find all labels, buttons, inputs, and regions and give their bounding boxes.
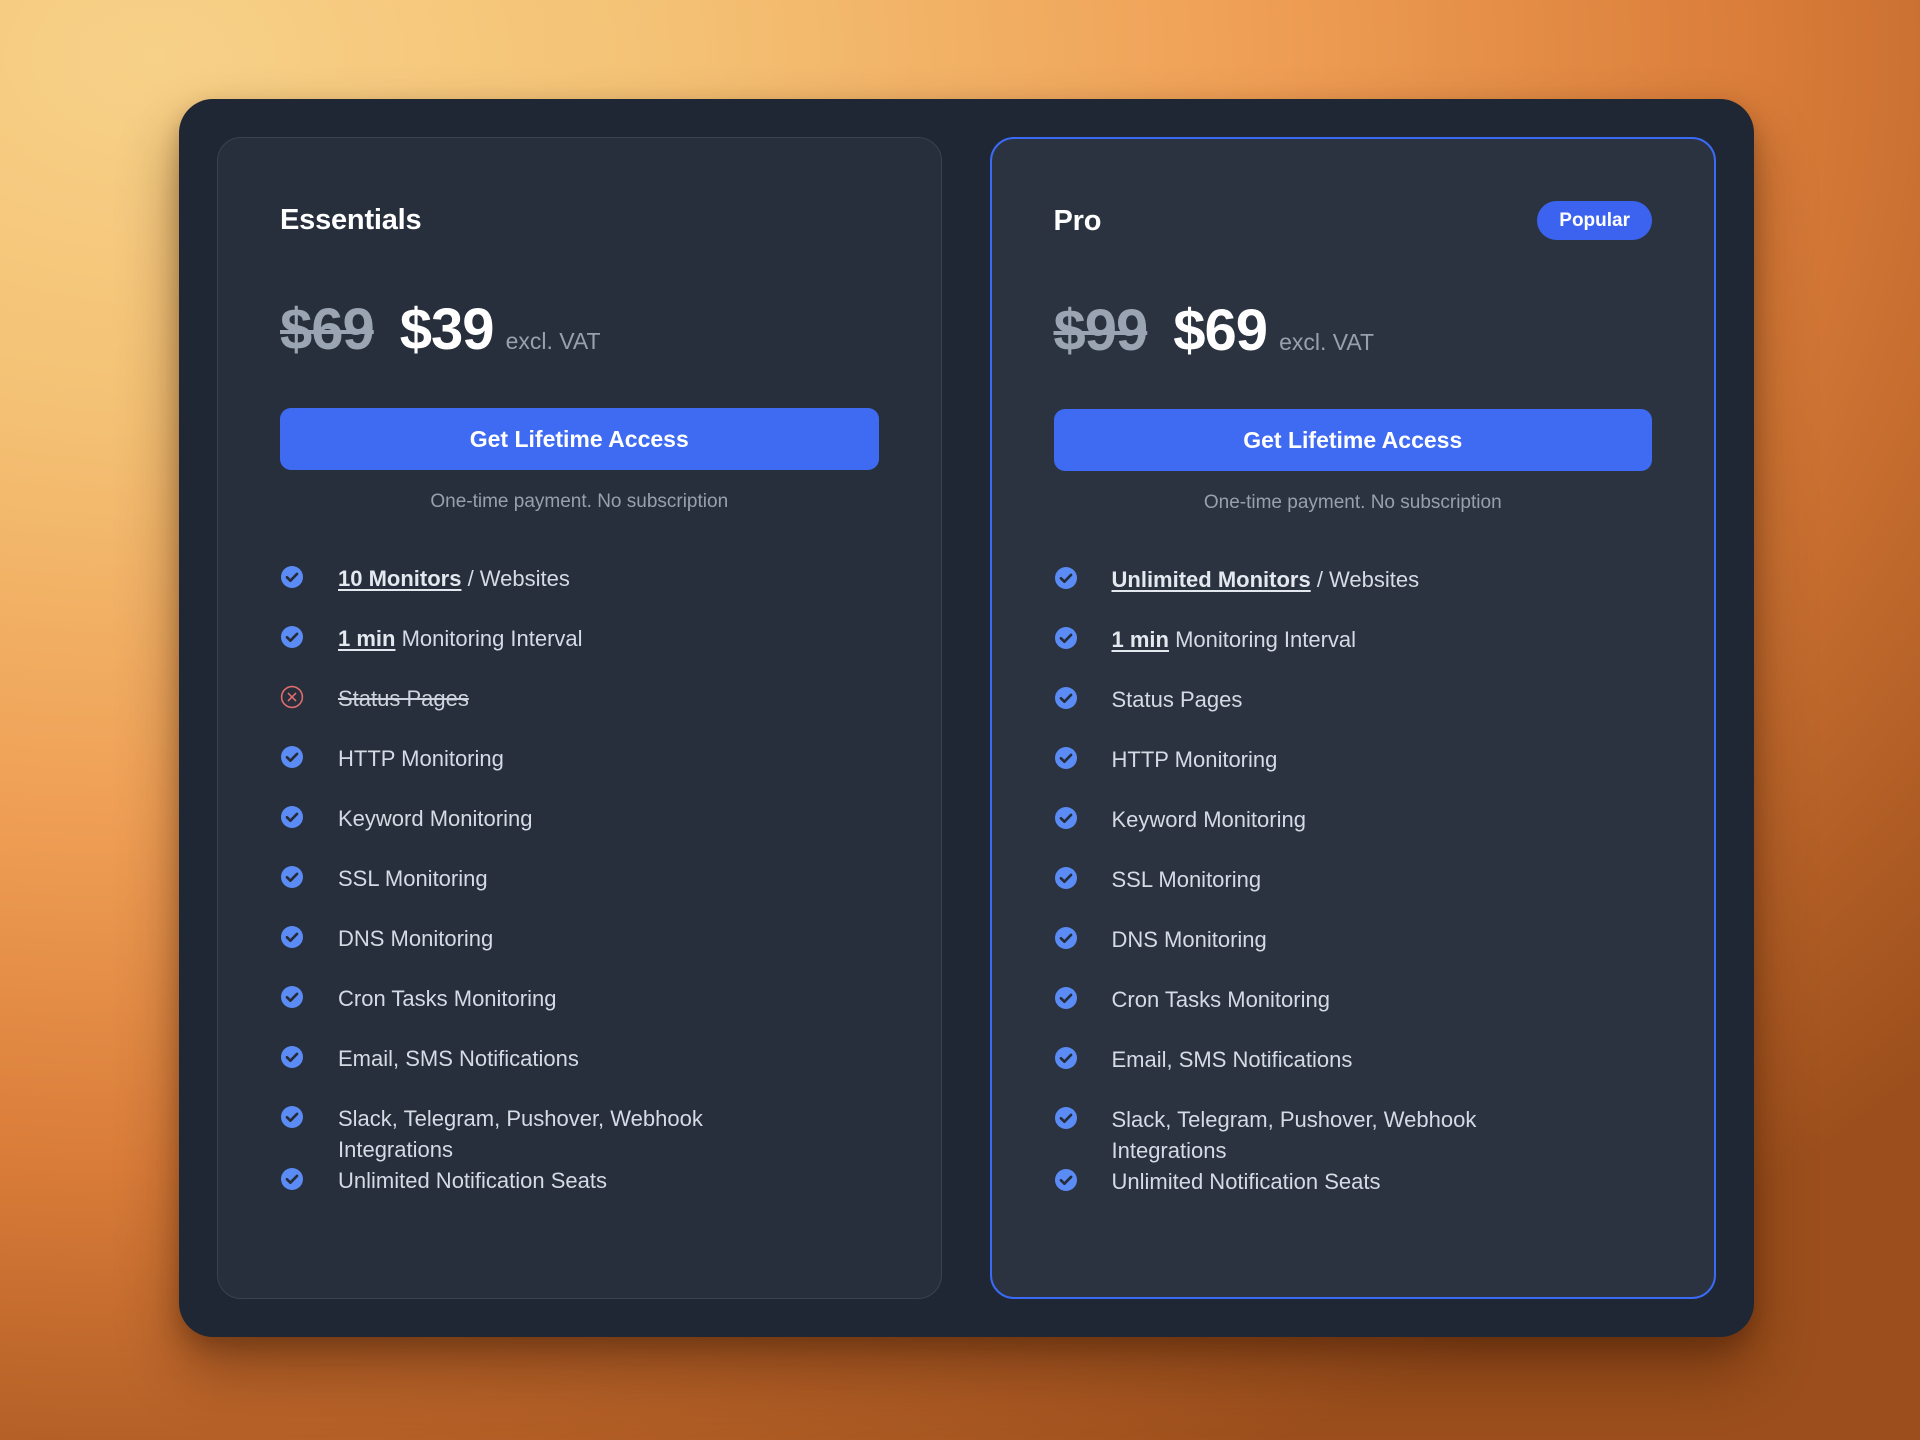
check-icon (1054, 986, 1078, 1010)
feature-rest: / Websites (1310, 567, 1420, 592)
status-badge: Popular (1537, 201, 1652, 240)
check-icon (280, 805, 304, 829)
feature-label: Cron Tasks Monitoring (1111, 987, 1330, 1012)
get-lifetime-access-button[interactable]: Get Lifetime Access (1053, 409, 1652, 471)
feature-label: 10 Monitors / Websites (338, 563, 570, 594)
feature-item: Slack, Telegram, Pushover, Webhook Integ… (1054, 1104, 1653, 1166)
feature-item: Email, SMS Notifications (1054, 1044, 1653, 1104)
check-icon (1054, 866, 1078, 890)
feature-label: HTTP Monitoring (1111, 747, 1278, 772)
card-header: Pro Popular (1053, 201, 1652, 255)
price-current: $39 (399, 297, 495, 362)
check-icon (280, 625, 304, 649)
feature-label: DNS Monitoring (1111, 927, 1267, 952)
feature-item: Status Pages (280, 683, 879, 743)
check-icon (1054, 626, 1078, 650)
feature-item: HTTP Monitoring (280, 743, 879, 803)
feature-rest: Monitoring Interval (395, 626, 583, 651)
feature-item: 1 min Monitoring Interval (280, 623, 879, 683)
feature-label: Slack, Telegram, Pushover, Webhook Integ… (338, 1106, 703, 1163)
feature-label: SSL Monitoring (338, 866, 488, 891)
feature-item: Unlimited Monitors / Websites (1054, 564, 1653, 624)
feature-label: HTTP Monitoring (338, 746, 504, 771)
price-original: $69 (280, 297, 375, 362)
pricing-card-essentials: Essentials $69 $39 excl. VAT Get Lifetime Ac… (217, 137, 942, 1299)
feature-item: Keyword Monitoring (1054, 804, 1653, 864)
get-lifetime-access-button[interactable]: Get Lifetime Access (280, 408, 879, 470)
check-icon (280, 865, 304, 889)
cross-icon (280, 685, 304, 709)
feature-label: Keyword Monitoring (338, 806, 533, 831)
feature-rest: Monitoring Interval (1168, 627, 1357, 652)
feature-item: Slack, Telegram, Pushover, Webhook Integ… (280, 1103, 879, 1165)
feature-item: Status Pages (1054, 684, 1653, 744)
plan-name: Essentials (280, 204, 422, 236)
feature-highlight: Unlimited Monitors (1111, 567, 1311, 592)
check-icon (280, 1105, 304, 1129)
check-icon (280, 985, 304, 1009)
check-icon (280, 1167, 304, 1191)
check-icon (280, 565, 304, 589)
feature-highlight: 10 Monitors (338, 566, 462, 591)
feature-label: Keyword Monitoring (1111, 807, 1306, 832)
feature-label: Status Pages (1111, 687, 1243, 712)
feature-label: Cron Tasks Monitoring (338, 986, 557, 1011)
card-header: Essentials (280, 200, 879, 254)
feature-item: Unlimited Notification Seats (1054, 1166, 1653, 1226)
feature-label: Unlimited Notification Seats (1111, 1169, 1381, 1195)
feature-label: Email, SMS Notifications (1111, 1047, 1353, 1072)
feature-label: Email, SMS Notifications (338, 1046, 579, 1071)
feature-label: Slack, Telegram, Pushover, Webhook Integ… (1111, 1107, 1477, 1164)
feature-list: 10 Monitors / Websites 1 min Monitoring … (280, 563, 879, 1225)
feature-label: Unlimited Notification Seats (338, 1168, 608, 1194)
pricing-shell: Essentials $69 $39 excl. VAT Get Lifetime Ac… (179, 99, 1754, 1337)
cta-note: One-time payment. No subscription (1203, 492, 1502, 513)
feature-label: Unlimited Monitors / Websites (1112, 564, 1420, 595)
check-icon (1054, 1106, 1078, 1130)
feature-item: DNS Monitoring (1054, 924, 1653, 984)
feature-item: Keyword Monitoring (280, 803, 879, 863)
price-current: $69 (1173, 298, 1268, 363)
feature-item: Email, SMS Notifications (280, 1043, 879, 1103)
feature-label: 1 min Monitoring Interval (338, 623, 583, 654)
feature-highlight: 1 min (338, 626, 396, 651)
feature-item: Cron Tasks Monitoring (280, 983, 879, 1043)
check-icon (1054, 746, 1078, 770)
feature-label: 1 min Monitoring Interval (1112, 624, 1357, 655)
feature-label: Status Pages (338, 686, 469, 711)
check-icon (1054, 566, 1078, 590)
check-icon (280, 745, 304, 769)
vat-note: excl. VAT (1279, 329, 1375, 355)
price-original: $99 (1053, 298, 1149, 363)
feature-item: 10 Monitors / Websites (280, 563, 879, 623)
feature-rest: / Websites (461, 566, 570, 591)
feature-item: SSL Monitoring (280, 863, 879, 923)
cta-note: One-time payment. No subscription (430, 491, 729, 512)
check-icon (1054, 806, 1078, 830)
check-icon (280, 1045, 304, 1069)
plan-name: Pro (1053, 205, 1102, 237)
pricing-page: Essentials $69 $39 excl. VAT Get Lifetime Ac… (0, 0, 1920, 1440)
feature-item: Unlimited Notification Seats (280, 1165, 879, 1225)
check-icon (1054, 1168, 1078, 1192)
feature-item: SSL Monitoring (1054, 864, 1653, 924)
price-row: $69 $39 excl. VAT (280, 296, 879, 370)
price-row: $99 $69 excl. VAT (1054, 297, 1653, 371)
pricing-card-pro: Pro Popular $99 $69 excl. VAT Get Lifetime Ac… (989, 137, 1716, 1299)
check-icon (1054, 1046, 1078, 1070)
feature-item: HTTP Monitoring (1054, 744, 1653, 804)
feature-item: 1 min Monitoring Interval (1054, 624, 1653, 684)
feature-label: DNS Monitoring (338, 926, 494, 951)
vat-note: excl. VAT (505, 328, 601, 354)
feature-list: Unlimited Monitors / Websites 1 min Moni… (1054, 564, 1653, 1226)
check-icon (280, 925, 304, 949)
feature-item: Cron Tasks Monitoring (1054, 984, 1653, 1044)
feature-highlight: 1 min (1111, 627, 1169, 652)
feature-item: DNS Monitoring (280, 923, 879, 983)
feature-label: SSL Monitoring (1111, 867, 1262, 892)
check-icon (1054, 686, 1078, 710)
check-icon (1054, 926, 1078, 950)
